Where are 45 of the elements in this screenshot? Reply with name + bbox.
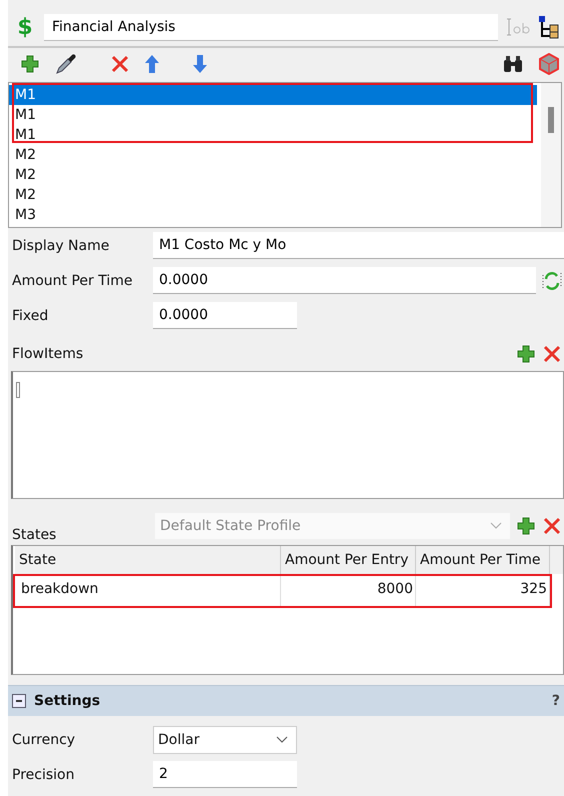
field-label: Currency xyxy=(12,732,76,748)
field-label: Precision xyxy=(12,766,76,782)
delete-icon[interactable] xyxy=(542,344,562,364)
swap-icon[interactable] xyxy=(542,270,562,290)
text-cursor-icon[interactable] xyxy=(504,17,530,37)
list-item[interactable]: M1 xyxy=(9,85,537,105)
section-title: Settings xyxy=(34,693,100,709)
name-field[interactable]: Financial Analysis xyxy=(44,14,498,40)
delete-icon[interactable] xyxy=(110,54,130,74)
table-cell: breakdown xyxy=(15,576,281,606)
table-cell: 325 xyxy=(416,576,550,606)
collapse-toggle[interactable] xyxy=(12,694,26,708)
dollar-icon: $ xyxy=(12,14,38,40)
section-label: FlowItems xyxy=(12,346,84,362)
text-field[interactable]: 0.0000 xyxy=(153,267,536,294)
tree-icon[interactable] xyxy=(538,15,560,39)
scrollbar-thumb[interactable] xyxy=(548,107,554,133)
list-item[interactable]: M2 xyxy=(9,165,537,185)
add-icon[interactable] xyxy=(516,344,536,364)
text-field[interactable]: M1 Costo Mc y Mo xyxy=(153,232,564,259)
list-item[interactable]: M3 xyxy=(9,205,537,225)
field-label: Fixed xyxy=(12,308,50,324)
currency-dropdown[interactable]: Dollar xyxy=(153,726,297,754)
list-item[interactable]: M2 xyxy=(9,185,537,205)
delete-icon[interactable] xyxy=(542,516,562,536)
list-item[interactable]: M1 xyxy=(9,105,537,125)
list-item[interactable]: M1 xyxy=(9,125,537,145)
cube-icon[interactable] xyxy=(538,53,560,75)
list-item[interactable]: M2 xyxy=(9,145,537,165)
field-label: Amount Per Time xyxy=(12,272,134,288)
text-field[interactable]: 2 xyxy=(153,761,297,788)
down-arrow-icon[interactable] xyxy=(192,54,208,74)
binoculars-icon[interactable] xyxy=(502,54,524,74)
chevron-icon xyxy=(276,736,288,744)
up-arrow-icon[interactable] xyxy=(144,54,160,74)
add-icon[interactable] xyxy=(516,516,536,536)
table-cell: 8000 xyxy=(281,576,416,606)
chevron-icon xyxy=(490,522,502,530)
section-label: States xyxy=(12,527,58,543)
flowitems-box[interactable] xyxy=(11,371,564,499)
text-field[interactable]: 0.0000 xyxy=(153,302,297,329)
field-label: Display Name xyxy=(12,238,110,254)
help-icon[interactable]: ? xyxy=(552,693,560,709)
eyedropper-icon[interactable] xyxy=(54,52,78,76)
add-icon[interactable] xyxy=(20,54,40,74)
